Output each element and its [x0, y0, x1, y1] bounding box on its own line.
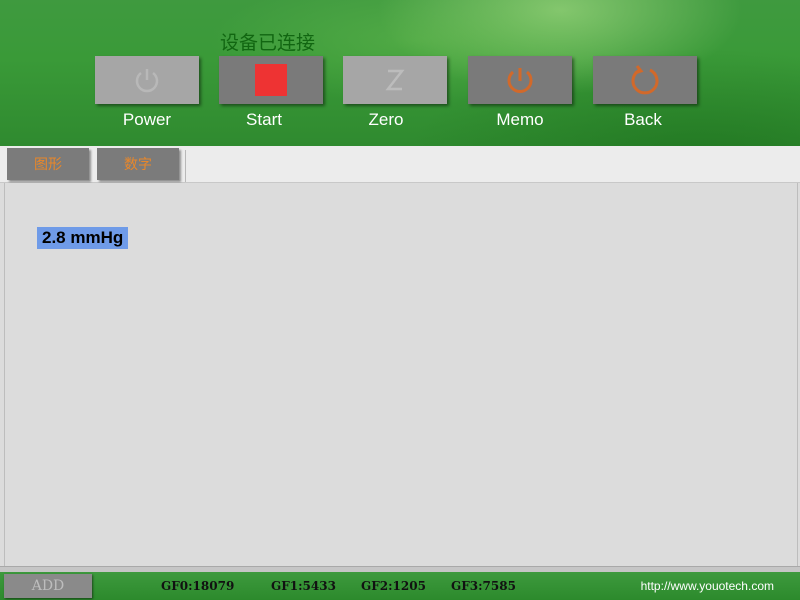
- back-button[interactable]: [593, 56, 697, 104]
- power-label: Power: [122, 110, 172, 129]
- zero-label: Zero: [368, 110, 404, 129]
- gf0-value: GF0:18079: [161, 579, 235, 593]
- gf1-value: GF1:5433: [271, 579, 336, 593]
- back-refresh-icon: [631, 65, 659, 95]
- footer-bar: ADD GF0:18079 GF1:5433 GF2:1205 GF3:7585…: [0, 572, 800, 600]
- back-label: Back: [624, 110, 662, 129]
- memo-label: Memo: [496, 110, 544, 129]
- tab-divider: [185, 150, 186, 182]
- pressure-reading: 2.8 mmHg: [37, 227, 129, 249]
- tab-digital[interactable]: 数字: [97, 148, 179, 180]
- add-button[interactable]: ADD: [4, 574, 92, 598]
- gf3-value: GF3:7585: [451, 579, 516, 593]
- tab-graph[interactable]: 图形: [7, 148, 89, 180]
- start-stop-square-icon: [255, 64, 287, 96]
- connection-status: 设备已连接: [220, 32, 316, 54]
- start-button[interactable]: [219, 56, 323, 104]
- website-url: http://www.youotech.com: [640, 579, 774, 593]
- memo-power-icon: [507, 68, 533, 93]
- power-icon: [135, 69, 159, 93]
- gf2-value: GF2:1205: [361, 579, 426, 593]
- zero-button[interactable]: [343, 56, 447, 104]
- start-label: Start: [246, 110, 282, 129]
- zero-z-icon: [385, 69, 405, 91]
- memo-button[interactable]: [468, 56, 572, 104]
- app-window: 设备已连接 Power Start Zero Memo Back 图形 数字 2…: [0, 0, 800, 600]
- power-button[interactable]: [95, 56, 199, 104]
